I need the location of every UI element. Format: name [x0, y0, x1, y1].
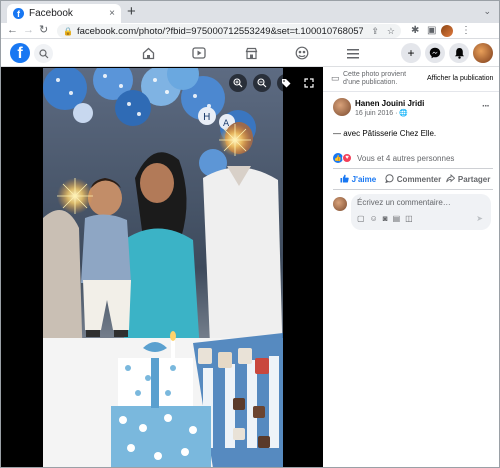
post-details-panel: ▭ Cette photo provient d'une publication… [323, 67, 499, 467]
forward-icon[interactable]: → [23, 23, 34, 38]
reload-icon[interactable]: ↻ [39, 23, 48, 38]
commenter-avatar[interactable] [333, 197, 347, 211]
comment-button[interactable]: Commenter [384, 171, 441, 187]
tab-strip: f Facebook × + ⌄ [1, 1, 499, 23]
lock-icon[interactable]: 🔒 [63, 27, 73, 36]
home-icon[interactable] [140, 45, 156, 61]
comment-input-box[interactable]: Écrivez un commentaire… ▢ ☺ ◙ ▤ ◫ ➤ [351, 194, 491, 230]
share-arrow-icon [446, 173, 456, 185]
create-plus-icon[interactable]: + [401, 43, 421, 63]
notifications-bell-icon[interactable] [449, 43, 469, 63]
svg-text:H: H [203, 112, 211, 123]
facebook-header: f + [1, 40, 499, 67]
comment-label[interactable]: Commenter [397, 175, 441, 184]
browser-window: f Facebook × + ⌄ ← → ↻ 🔒 facebook.com/ph… [0, 0, 500, 468]
facebook-logo[interactable]: f [10, 43, 30, 63]
account-avatar[interactable] [473, 43, 493, 63]
browser-menu-icon[interactable]: ⋮ [461, 24, 471, 38]
post-caption: — avec Pâtisserie Chez Elle. [333, 129, 437, 138]
browser-toolbar: ← → ↻ 🔒 facebook.com/photo/?fbid=9750007… [1, 23, 499, 39]
poster-avatar[interactable] [333, 98, 351, 116]
thumbs-up-icon [340, 174, 349, 185]
view-publication-link[interactable]: Afficher la publication [427, 75, 493, 82]
tag-icon[interactable] [277, 74, 295, 92]
side-panel-icon[interactable]: ▣ [427, 24, 436, 38]
like-button[interactable]: J'aime [331, 171, 385, 187]
birthday-photo: H A [43, 68, 283, 467]
post-date-text[interactable]: 16 juin 2016 · [355, 110, 399, 117]
fullscreen-icon[interactable] [300, 74, 318, 92]
menu-hamburger-icon[interactable] [345, 45, 361, 61]
comment-tools: ▢ ☺ ◙ ▤ ◫ [357, 214, 413, 223]
post-actions: J'aime Commenter Partager [331, 171, 495, 187]
post-date[interactable]: 16 juin 2016 · 🌐 [355, 109, 408, 117]
extensions-puzzle-icon[interactable]: ✱ [411, 24, 419, 38]
address-bar[interactable]: 🔒 facebook.com/photo/?fbid=9750007125532… [57, 24, 401, 38]
gif-icon[interactable]: ▤ [393, 214, 401, 223]
more-options-icon[interactable]: ··· [482, 101, 490, 112]
messenger-icon[interactable] [425, 43, 445, 63]
browser-tab[interactable]: f Facebook × [7, 4, 121, 23]
share-button[interactable]: Partager [441, 171, 495, 187]
zoom-out-icon[interactable] [253, 74, 271, 92]
publication-notice: ▭ Cette photo provient d'une publication… [331, 71, 495, 87]
bookmark-star-icon[interactable]: ☆ [387, 26, 395, 37]
groups-icon[interactable] [294, 45, 310, 61]
birthday-scene-image: H A [43, 68, 283, 467]
tab-close-button[interactable]: × [109, 8, 115, 19]
send-icon[interactable]: ➤ [476, 214, 483, 223]
love-reaction-icon: ♥ [342, 153, 352, 163]
share-label[interactable]: Partager [458, 175, 490, 184]
like-label[interactable]: J'aime [352, 175, 377, 184]
profile-avatar[interactable] [441, 25, 453, 37]
facebook-favicon-icon: f [13, 8, 24, 19]
poster-name[interactable]: Hanen Jouini Jridi [355, 99, 424, 108]
share-icon[interactable]: ⇪ [371, 26, 379, 37]
audience-globe-icon: 🌐 [399, 110, 409, 117]
camera-icon[interactable]: ◙ [383, 214, 388, 223]
notice-text: Cette photo provient d'une publication. [343, 71, 407, 86]
tab-title: Facebook [29, 8, 73, 19]
zoom-in-icon[interactable] [229, 74, 247, 92]
reactions-text[interactable]: Vous et 4 autres personnes [357, 154, 454, 163]
search-icon[interactable] [34, 44, 53, 63]
new-tab-button[interactable]: + [127, 4, 136, 20]
divider [333, 168, 493, 169]
tab-search-chevron-icon[interactable]: ⌄ [483, 6, 491, 17]
sticker-icon[interactable]: ◫ [405, 214, 413, 223]
avatar-sticker-icon[interactable]: ▢ [357, 214, 365, 223]
marketplace-icon[interactable] [243, 45, 259, 61]
post-source-icon: ▭ [331, 73, 340, 83]
reactions-summary[interactable]: 👍 ♥ Vous et 4 autres personnes [333, 153, 454, 163]
comment-placeholder[interactable]: Écrivez un commentaire… [357, 198, 451, 207]
url-text[interactable]: facebook.com/photo/?fbid=975000712553249… [77, 26, 363, 37]
back-icon[interactable]: ← [7, 23, 18, 38]
comment-bubble-icon [384, 173, 394, 185]
divider [333, 189, 493, 190]
watch-video-icon[interactable] [191, 45, 207, 61]
divider [323, 91, 499, 92]
emoji-icon[interactable]: ☺ [370, 214, 378, 223]
